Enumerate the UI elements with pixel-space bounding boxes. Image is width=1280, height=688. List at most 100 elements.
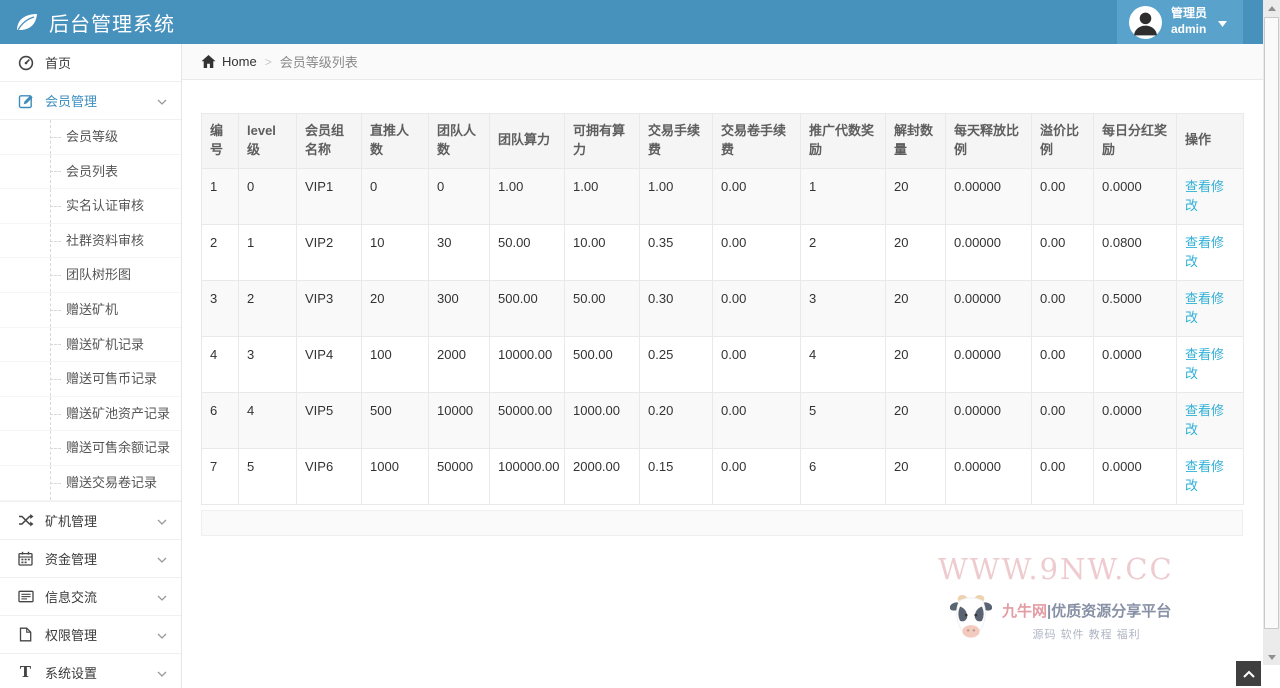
app-title: 后台管理系统: [49, 8, 175, 37]
cell-team-power: 500.00: [490, 280, 565, 336]
cell-id: 2: [202, 224, 239, 280]
sidebar-subitem-label: 赠送可售余额记录: [66, 440, 170, 455]
scrollbar-thumb[interactable]: [1264, 17, 1279, 629]
view-edit-link[interactable]: 查看修改: [1185, 459, 1224, 494]
sidebar-subitem[interactable]: 赠送交易卷记录: [0, 466, 181, 501]
cell-premium-ratio: 0.00: [1032, 336, 1094, 392]
sidebar-subitem[interactable]: 赠送可售币记录: [0, 362, 181, 397]
sidebar-subitem[interactable]: 赠送矿机记录: [0, 328, 181, 363]
chevron-down-icon: [157, 551, 167, 566]
cell-actions: 查看修改: [1177, 336, 1244, 392]
view-edit-link[interactable]: 查看修改: [1185, 179, 1224, 214]
scroll-up-arrow[interactable]: [1263, 0, 1280, 16]
cell-coupon-fee: 0.00: [713, 224, 801, 280]
cell-team-power: 50.00: [490, 224, 565, 280]
newspaper-icon: [17, 590, 34, 603]
sidebar-subitem-label: 赠送矿机记录: [66, 337, 144, 352]
sidebar-subitem[interactable]: 团队树形图: [0, 258, 181, 293]
vertical-scrollbar[interactable]: [1263, 0, 1280, 665]
view-edit-link[interactable]: 查看修改: [1185, 347, 1224, 382]
sidebar-item-label: 首页: [45, 53, 71, 72]
column-header: 编号: [202, 114, 239, 169]
breadcrumb-home-label: Home: [222, 54, 257, 69]
cell-group-name: VIP5: [297, 392, 362, 448]
user-text: 管理员 admin: [1171, 6, 1207, 37]
cell-coupon-fee: 0.00: [713, 336, 801, 392]
text-icon: T: [17, 665, 34, 680]
cell-daily-dividend: 0.5000: [1094, 280, 1177, 336]
cell-level: 3: [239, 336, 297, 392]
view-edit-link[interactable]: 查看修改: [1185, 403, 1224, 438]
cell-daily-release-ratio: 0.00000: [946, 224, 1032, 280]
breadcrumb: Home > 会员等级列表: [182, 44, 1263, 80]
sidebar-subitem[interactable]: 赠送矿池资产记录: [0, 397, 181, 432]
cell-id: 6: [202, 392, 239, 448]
user-name: admin: [1171, 22, 1207, 38]
sidebar-subitem-label: 会员等级: [66, 129, 118, 144]
cell-premium-ratio: 0.00: [1032, 280, 1094, 336]
back-to-top-button[interactable]: [1236, 661, 1261, 686]
cell-unlock-quantity: 20: [886, 168, 946, 224]
sidebar-item-label: 资金管理: [45, 549, 97, 568]
chevron-down-icon: [157, 627, 167, 642]
cell-premium-ratio: 0.00: [1032, 448, 1094, 504]
sidebar-item-miner-management[interactable]: 矿机管理: [0, 502, 181, 540]
sidebar-subitem[interactable]: 实名认证审核: [0, 189, 181, 224]
cell-level: 0: [239, 168, 297, 224]
cell-actions: 查看修改: [1177, 392, 1244, 448]
cell-promo-generations: 6: [801, 448, 886, 504]
cell-id: 3: [202, 280, 239, 336]
cell-unlock-quantity: 20: [886, 392, 946, 448]
breadcrumb-home[interactable]: Home: [201, 54, 257, 69]
user-menu[interactable]: 管理员 admin: [1117, 0, 1243, 44]
cell-ownable-power: 10.00: [565, 224, 640, 280]
scroll-down-arrow[interactable]: [1263, 649, 1280, 665]
table-row: 6 4 VIP5 500 10000 50000.00 1000.00 0.20…: [202, 392, 1244, 448]
sidebar-item-funds-management[interactable]: 资金管理: [0, 540, 181, 578]
cell-direct-referrals: 0: [362, 168, 429, 224]
sidebar-item-home[interactable]: 首页: [0, 44, 181, 82]
cell-direct-referrals: 20: [362, 280, 429, 336]
cell-team-power: 10000.00: [490, 336, 565, 392]
sidebar-item-system-settings[interactable]: T 系统设置: [0, 654, 181, 688]
cell-daily-release-ratio: 0.00000: [946, 280, 1032, 336]
sidebar-subitem[interactable]: 会员等级: [0, 120, 181, 155]
sidebar-item-permission-management[interactable]: 权限管理: [0, 616, 181, 654]
cell-team-count: 2000: [429, 336, 490, 392]
sidebar-subitem[interactable]: 社群资料审核: [0, 224, 181, 259]
cell-trade-fee: 0.25: [640, 336, 713, 392]
cell-coupon-fee: 0.00: [713, 168, 801, 224]
cell-team-count: 0: [429, 168, 490, 224]
cell-unlock-quantity: 20: [886, 336, 946, 392]
column-header: 解封数量: [886, 114, 946, 169]
cell-ownable-power: 50.00: [565, 280, 640, 336]
cell-coupon-fee: 0.00: [713, 280, 801, 336]
sidebar-subitem[interactable]: 赠送可售余额记录: [0, 431, 181, 466]
sidebar-item-member-management[interactable]: 会员管理: [0, 82, 181, 120]
sidebar-subitem-label: 社群资料审核: [66, 233, 144, 248]
cell-group-name: VIP6: [297, 448, 362, 504]
column-header: 每日分红奖励: [1094, 114, 1177, 169]
calendar-icon: [17, 551, 34, 566]
cell-level: 5: [239, 448, 297, 504]
sidebar-subitem[interactable]: 会员列表: [0, 155, 181, 190]
column-header: 可拥有算力: [565, 114, 640, 169]
member-level-table-wrap: 编号level级会员组名称直推人数团队人数团队算力可拥有算力交易手续费交易卷手续…: [201, 113, 1243, 536]
edit-icon: [17, 93, 34, 109]
sidebar-subitem-label: 赠送矿池资产记录: [66, 406, 170, 421]
view-edit-link[interactable]: 查看修改: [1185, 291, 1224, 326]
main-content: 编号level级会员组名称直推人数团队人数团队算力可拥有算力交易手续费交易卷手续…: [182, 80, 1263, 688]
cell-daily-dividend: 0.0000: [1094, 392, 1177, 448]
sidebar-item-label: 信息交流: [45, 587, 97, 606]
view-edit-link[interactable]: 查看修改: [1185, 235, 1224, 270]
cell-actions: 查看修改: [1177, 224, 1244, 280]
cell-ownable-power: 1.00: [565, 168, 640, 224]
column-header: 直推人数: [362, 114, 429, 169]
cell-id: 1: [202, 168, 239, 224]
sidebar-item-info-exchange[interactable]: 信息交流: [0, 578, 181, 616]
sidebar-subitem[interactable]: 赠送矿机: [0, 293, 181, 328]
column-header: 团队算力: [490, 114, 565, 169]
cell-daily-release-ratio: 0.00000: [946, 168, 1032, 224]
file-icon: [17, 627, 34, 642]
cell-team-count: 300: [429, 280, 490, 336]
